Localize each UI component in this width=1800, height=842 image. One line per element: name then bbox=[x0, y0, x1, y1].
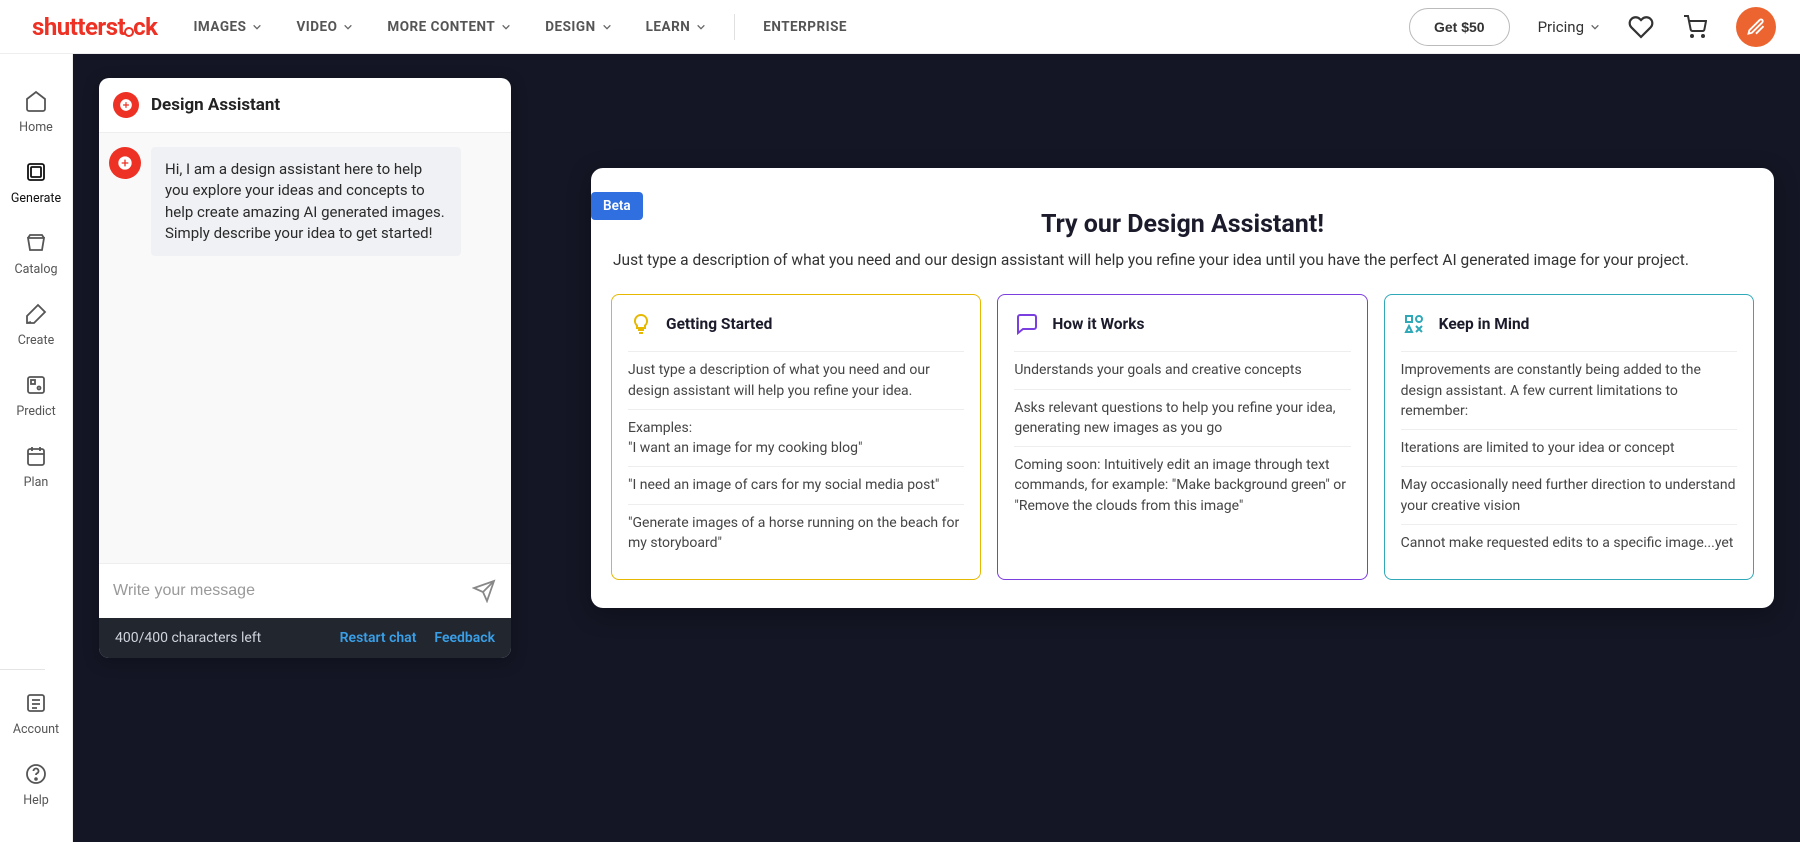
home-icon bbox=[23, 88, 49, 114]
nav-design[interactable]: DESIGN bbox=[545, 19, 611, 35]
favorites-icon[interactable] bbox=[1628, 14, 1654, 40]
chat-header: Design Assistant bbox=[99, 78, 511, 133]
nav-divider bbox=[734, 14, 735, 40]
sidebar-item-catalog[interactable]: Catalog bbox=[0, 220, 72, 291]
chat-title: Design Assistant bbox=[151, 95, 280, 115]
sidebar-item-help[interactable]: Help bbox=[0, 751, 72, 822]
nav-images[interactable]: IMAGES bbox=[193, 19, 262, 35]
card-item: Examples: "I want an image for my cookin… bbox=[628, 409, 964, 467]
top-nav: shutterstck IMAGES VIDEO MORE CONTENT DE… bbox=[0, 0, 1800, 54]
card-keep-in-mind: Keep in Mind Improvements are constantly… bbox=[1384, 294, 1754, 580]
nav-links: IMAGES VIDEO MORE CONTENT DESIGN LEARN bbox=[193, 19, 706, 35]
card-item: "I need an image of cars for my social m… bbox=[628, 466, 964, 503]
nav-enterprise[interactable]: ENTERPRISE bbox=[763, 19, 847, 35]
nav-learn[interactable]: LEARN bbox=[646, 19, 707, 35]
nav-more-content[interactable]: MORE CONTENT bbox=[387, 19, 511, 35]
info-title: Try our Design Assistant! bbox=[611, 210, 1754, 239]
chat-footer: 400/400 characters left Restart chat Fee… bbox=[99, 618, 511, 658]
card-item: Iterations are limited to your idea or c… bbox=[1401, 429, 1737, 466]
restart-chat-link[interactable]: Restart chat bbox=[340, 630, 417, 646]
card-item: May occasionally need further direction … bbox=[1401, 466, 1737, 524]
card-item: Coming soon: Intuitively edit an image t… bbox=[1014, 446, 1350, 524]
nav-label: LEARN bbox=[646, 19, 691, 35]
chevron-down-icon bbox=[696, 22, 706, 32]
get-offer-button[interactable]: Get $50 bbox=[1409, 8, 1510, 46]
cart-icon[interactable] bbox=[1682, 14, 1708, 40]
char-counter: 400/400 characters left bbox=[115, 630, 261, 646]
sidebar-item-label: Create bbox=[18, 333, 54, 348]
sidebar-item-create[interactable]: Create bbox=[0, 291, 72, 362]
nav-label: DESIGN bbox=[545, 19, 595, 35]
create-icon bbox=[23, 301, 49, 327]
feedback-link[interactable]: Feedback bbox=[434, 630, 495, 646]
sidebar-item-label: Account bbox=[13, 722, 59, 737]
sidebar-item-predict[interactable]: Predict bbox=[0, 362, 72, 433]
chat-body: Hi, I am a design assistant here to help… bbox=[99, 133, 511, 563]
info-panel: Beta Try our Design Assistant! Just type… bbox=[591, 168, 1774, 608]
chevron-down-icon bbox=[501, 22, 511, 32]
sidebar-item-label: Catalog bbox=[14, 262, 57, 277]
sidebar-item-label: Generate bbox=[11, 191, 61, 206]
shapes-icon bbox=[1401, 311, 1427, 337]
lightbulb-icon bbox=[628, 311, 654, 337]
nav-label: IMAGES bbox=[193, 19, 246, 35]
chat-input-row bbox=[99, 563, 511, 618]
left-sidebar: Home Generate Catalog Create Predict Pla… bbox=[0, 54, 73, 842]
chevron-down-icon bbox=[1590, 22, 1600, 32]
sidebar-item-plan[interactable]: Plan bbox=[0, 433, 72, 504]
beta-badge: Beta bbox=[591, 192, 643, 220]
pricing-label: Pricing bbox=[1538, 18, 1584, 36]
main-canvas: Design Assistant Hi, I am a design assis… bbox=[73, 54, 1800, 842]
sidebar-item-label: Home bbox=[19, 120, 53, 135]
card-item: Improvements are constantly being added … bbox=[1401, 351, 1737, 429]
sidebar-item-label: Help bbox=[23, 793, 49, 808]
nav-label: ENTERPRISE bbox=[763, 19, 847, 35]
card-title: Getting Started bbox=[666, 315, 772, 333]
sidebar-item-account[interactable]: Account bbox=[0, 680, 72, 751]
assistant-avatar-icon bbox=[109, 147, 141, 179]
card-title: How it Works bbox=[1052, 315, 1144, 333]
card-title: Keep in Mind bbox=[1439, 315, 1530, 333]
user-avatar[interactable] bbox=[1736, 7, 1776, 47]
topbar-right: Get $50 Pricing bbox=[1409, 7, 1776, 47]
chevron-down-icon bbox=[343, 22, 353, 32]
send-icon[interactable] bbox=[471, 578, 497, 604]
nav-label: VIDEO bbox=[296, 19, 337, 35]
catalog-icon bbox=[23, 230, 49, 256]
sidebar-item-label: Predict bbox=[16, 404, 55, 419]
sidebar-divider bbox=[0, 669, 45, 670]
shutterstock-logo[interactable]: shutterstck bbox=[32, 13, 157, 41]
sidebar-item-label: Plan bbox=[24, 475, 49, 490]
info-cards: Getting Started Just type a description … bbox=[611, 294, 1754, 580]
assistant-logo-icon bbox=[113, 92, 139, 118]
chat-message: Hi, I am a design assistant here to help… bbox=[151, 147, 461, 256]
chevron-down-icon bbox=[602, 22, 612, 32]
sidebar-item-generate[interactable]: Generate bbox=[0, 149, 72, 220]
help-icon bbox=[23, 761, 49, 787]
card-item: Understands your goals and creative conc… bbox=[1014, 351, 1350, 388]
card-how-it-works: How it Works Understands your goals and … bbox=[997, 294, 1367, 580]
predict-icon bbox=[23, 372, 49, 398]
chevron-down-icon bbox=[252, 22, 262, 32]
account-icon bbox=[23, 690, 49, 716]
info-card: Try our Design Assistant! Just type a de… bbox=[591, 168, 1774, 608]
generate-icon bbox=[23, 159, 49, 185]
plan-icon bbox=[23, 443, 49, 469]
sidebar-item-home[interactable]: Home bbox=[0, 78, 72, 149]
card-item: Cannot make requested edits to a specifi… bbox=[1401, 524, 1737, 561]
card-item: Just type a description of what you need… bbox=[628, 351, 964, 409]
chat-panel: Design Assistant Hi, I am a design assis… bbox=[99, 78, 511, 658]
card-getting-started: Getting Started Just type a description … bbox=[611, 294, 981, 580]
nav-label: MORE CONTENT bbox=[387, 19, 495, 35]
chat-bubble-icon bbox=[1014, 311, 1040, 337]
info-subtitle: Just type a description of what you need… bbox=[611, 249, 1754, 272]
card-item: "Generate images of a horse running on t… bbox=[628, 504, 964, 562]
pricing-menu[interactable]: Pricing bbox=[1538, 18, 1600, 36]
nav-video[interactable]: VIDEO bbox=[296, 19, 353, 35]
card-item: Asks relevant questions to help you refi… bbox=[1014, 389, 1350, 447]
chat-input[interactable] bbox=[113, 582, 459, 600]
